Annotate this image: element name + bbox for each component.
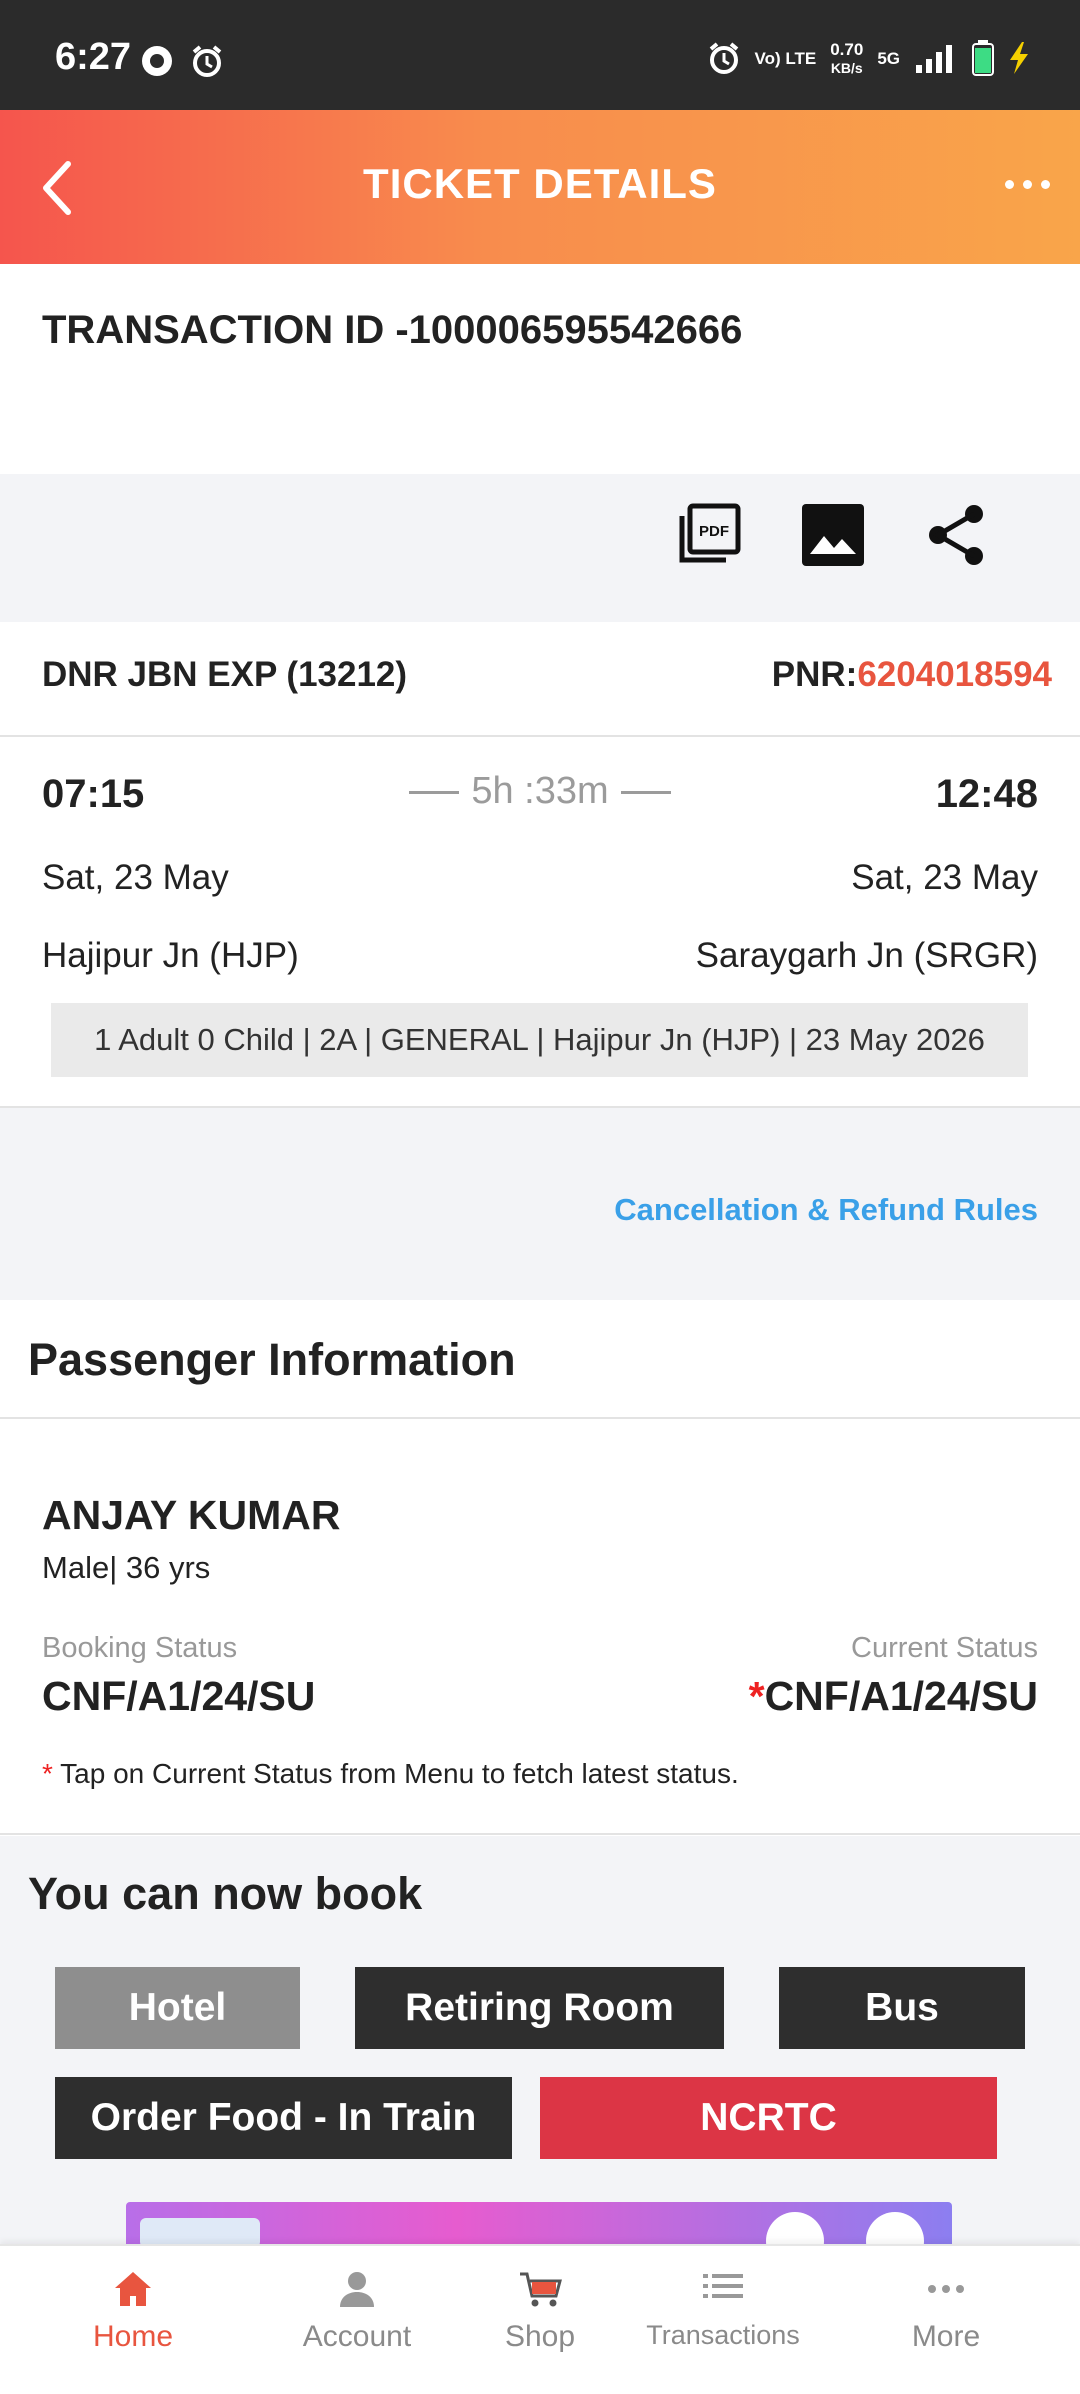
network-speed: 0.70 KB/s (830, 40, 864, 76)
status-left-icons (140, 44, 224, 78)
nav-more-label: More (911, 2320, 981, 2353)
nav-more[interactable]: More (846, 2270, 1046, 2354)
nav-account[interactable]: Account (257, 2270, 457, 2354)
ncrtc-button[interactable]: NCRTC (540, 2077, 997, 2159)
alarm-icon (192, 45, 222, 77)
more-dots-icon (928, 2285, 964, 2293)
retiring-room-button[interactable]: Retiring Room (355, 1967, 724, 2049)
alarm-icon (709, 42, 738, 74)
list-icon (703, 2274, 743, 2298)
train-name: DNR JBN EXP (13212) (42, 655, 408, 694)
nav-transactions-label: Transactions (646, 2320, 800, 2350)
current-status-label: Current Status (851, 1632, 1038, 1664)
departure-date: Sat, 23 May (42, 858, 229, 897)
passenger-name: ANJAY KUMAR (42, 1492, 341, 1538)
status-time: 6:27 (55, 36, 132, 78)
divider (0, 1417, 1080, 1419)
ticket-actions-bar (0, 474, 1080, 622)
current-status[interactable]: *CNF/A1/24/SU (749, 1673, 1038, 1720)
overflow-menu-icon[interactable] (1005, 180, 1050, 189)
arrival-time: 12:48 (935, 772, 1038, 816)
image-icon[interactable] (800, 502, 866, 568)
divider (0, 1833, 1080, 1835)
status-bar: 6:27 Vo) LTE 0.70 KB/s 5G (0, 0, 1080, 110)
account-icon (340, 2272, 374, 2307)
book-section-title: You can now book (28, 1868, 423, 1919)
pdf-icon[interactable]: PDF (676, 502, 742, 568)
journey-summary: 1 Adult 0 Child | 2A | GENERAL | Hajipur… (51, 1003, 1028, 1077)
status-right-icons: Vo) LTE 0.70 KB/s 5G (707, 40, 1030, 76)
cancellation-refund-link[interactable]: Cancellation & Refund Rules (614, 1192, 1038, 1228)
page-title: TICKET DETAILS (363, 160, 717, 207)
charging-icon (1010, 42, 1028, 74)
divider (0, 735, 1080, 737)
nav-account-label: Account (302, 2320, 412, 2353)
nav-home[interactable]: Home (33, 2270, 233, 2354)
journey-duration: 5h :33m (0, 770, 1080, 813)
notification-icon (142, 46, 172, 76)
nav-home-label: Home (92, 2320, 174, 2353)
share-icon[interactable] (924, 502, 990, 568)
arrival-date: Sat, 23 May (851, 858, 1038, 897)
passenger-meta: Male| 36 yrs (42, 1550, 211, 1585)
passenger-section-title: Passenger Information (28, 1334, 516, 1385)
bottom-navigation: Home Account Shop Transactions More (0, 2244, 1080, 2394)
hotel-button[interactable]: Hotel (55, 1967, 300, 2049)
signal-icon (916, 45, 952, 73)
app-header: TICKET DETAILS (0, 110, 1080, 264)
volte-indicator: Vo) LTE (754, 48, 817, 68)
nav-shop[interactable]: Shop (440, 2270, 640, 2354)
status-note: * Tap on Current Status from Menu to fet… (42, 1758, 739, 1789)
nav-shop-label: Shop (504, 2320, 576, 2353)
bus-button[interactable]: Bus (779, 1967, 1025, 2049)
booking-status: CNF/A1/24/SU (42, 1673, 316, 1719)
shopping-cart-icon (520, 2272, 562, 2307)
nav-transactions[interactable]: Transactions (623, 2270, 823, 2351)
from-station: Hajipur Jn (HJP) (42, 936, 299, 975)
order-food-button[interactable]: Order Food - In Train (55, 2077, 512, 2159)
pnr-number: 6204018594 (857, 655, 1052, 694)
promo-banner[interactable] (126, 2202, 952, 2246)
home-icon (115, 2272, 151, 2306)
pnr: PNR:6204018594 (771, 655, 1052, 694)
transaction-id: TRANSACTION ID -100006595542666 (42, 308, 743, 352)
to-station: Saraygarh Jn (SRGR) (695, 936, 1038, 975)
network-type: 5G (877, 48, 900, 68)
battery-icon (972, 40, 994, 76)
booking-status-label: Booking Status (42, 1632, 238, 1664)
svg-text:PDF: PDF (699, 523, 729, 540)
